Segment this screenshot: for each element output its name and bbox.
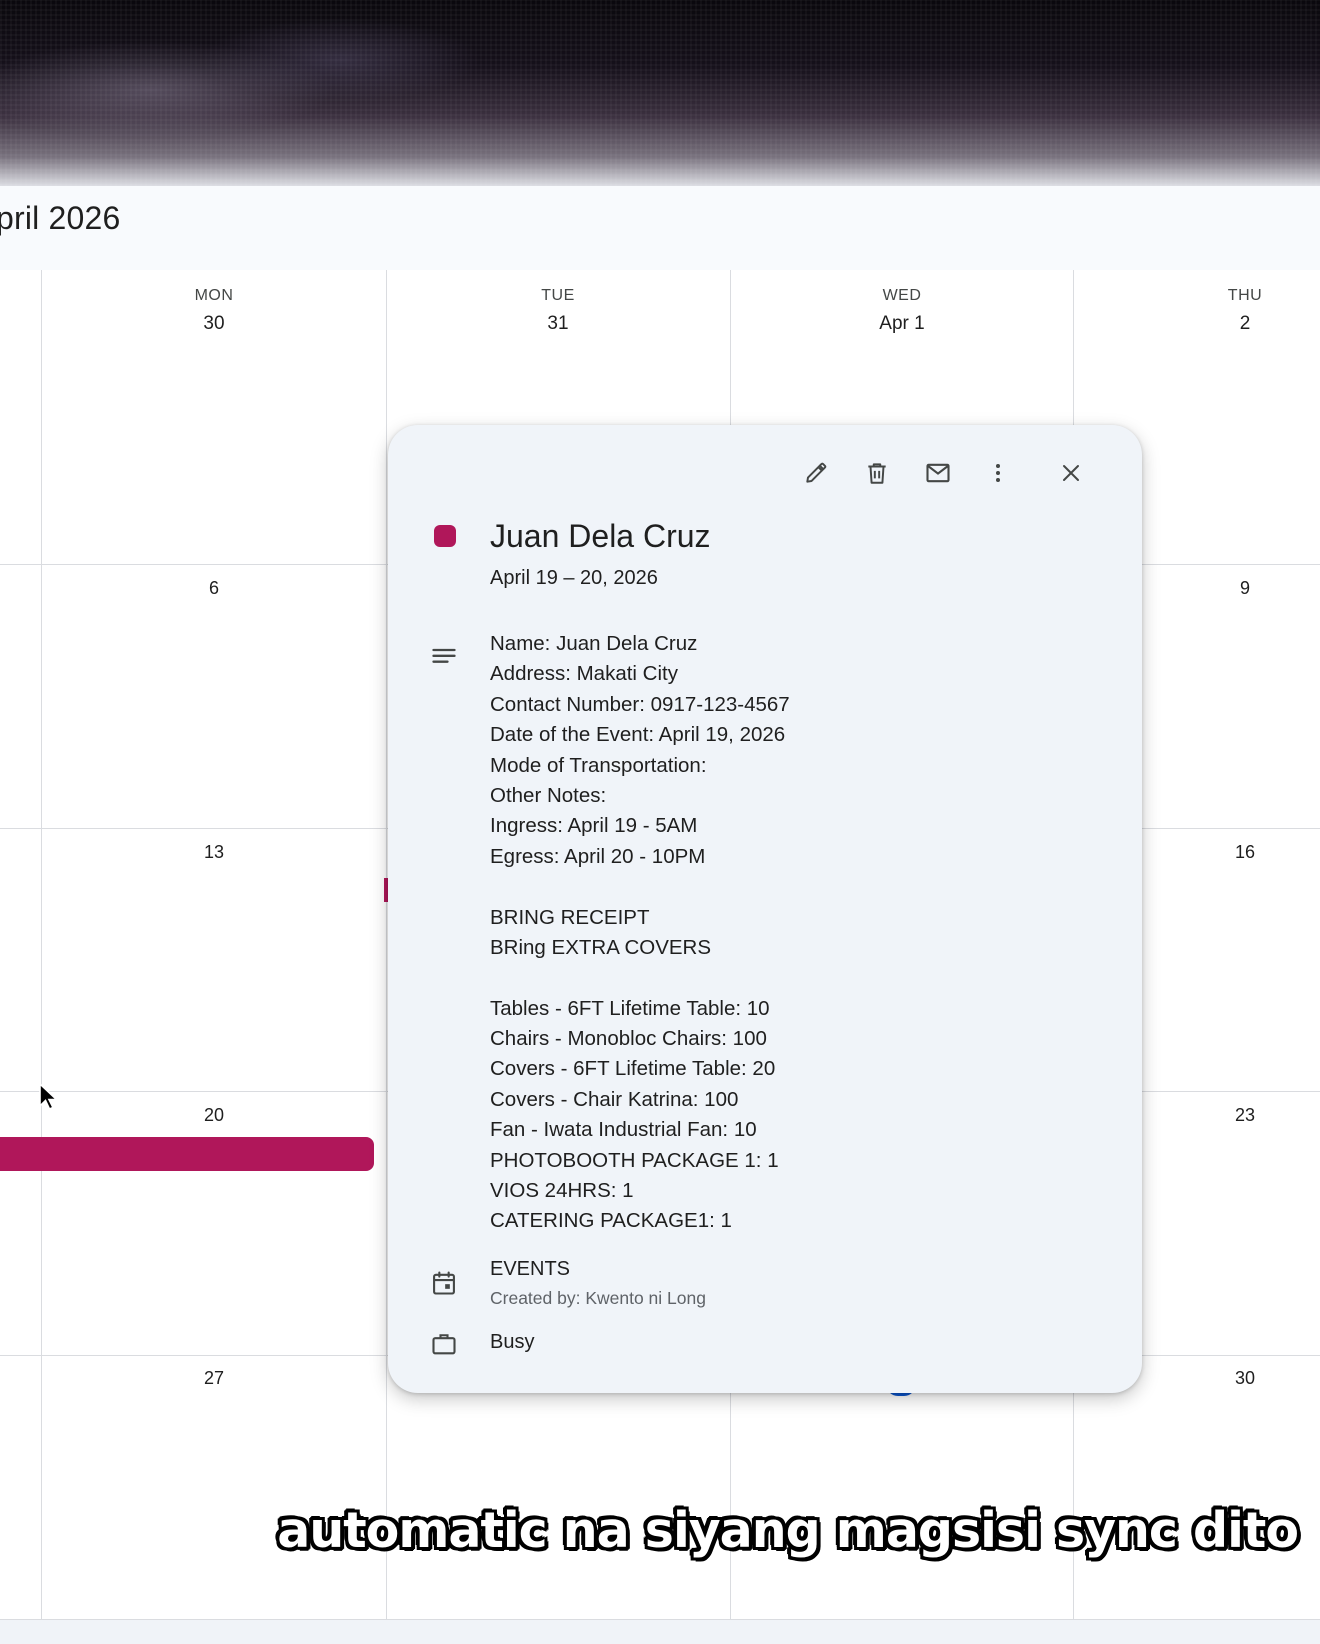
event-chip[interactable] [0,1137,374,1171]
description-line: Contact Number: 0917-123-4567 [490,692,790,716]
event-title: Juan Dela Cruz [490,518,711,554]
mail-icon [926,463,950,483]
day-number[interactable]: 31 [498,313,618,335]
description-line: CATERING PACKAGE1: 1 [490,1209,732,1233]
day-header-wed[interactable]: WED Apr 1 [842,287,962,335]
description-line: Chairs - Monobloc Chairs: 100 [490,1027,767,1051]
mouse-cursor-icon [39,1082,59,1111]
description-line: BRing EXTRA COVERS [490,935,712,959]
month-header [0,186,1320,270]
calendar-name: EVENTS [490,1258,571,1280]
day-header-tue[interactable]: TUE 31 [498,287,618,335]
close-icon [1063,465,1079,481]
day-number[interactable]: Apr 1 [842,313,962,335]
day-number[interactable]: 2 [1185,313,1305,335]
day-number[interactable]: 9 [1215,578,1275,599]
description-line: Other Notes: [490,783,607,807]
weekday-label: TUE [541,287,575,304]
description-line: VIOS 24HRS: 1 [490,1179,634,1203]
day-number[interactable]: 30 [1215,1368,1275,1389]
description-line [490,872,1090,902]
description-line: Address: Makati City [490,662,678,686]
edit-event-button[interactable] [796,453,836,493]
availability-status: Busy [490,1331,535,1353]
description-line: Ingress: April 19 - 5AM [490,814,698,838]
day-number[interactable]: 6 [184,578,244,599]
description-line: Date of the Event: April 19, 2026 [490,723,786,747]
day-header-mon[interactable]: MON 30 [154,287,274,335]
more-options-button[interactable] [978,453,1018,493]
description-line: Covers - Chair Katrina: 100 [490,1087,739,1111]
day-number[interactable]: 16 [1215,842,1275,863]
video-banner [0,0,1320,186]
description-line: PHOTOBOOTH PACKAGE 1: 1 [490,1148,779,1172]
event-details-popup: Juan Dela Cruz April 19 – 20, 2026 Name:… [388,425,1142,1393]
email-guests-button[interactable] [918,453,958,493]
briefcase-icon [432,1334,456,1355]
description-line: Tables - 6FT Lifetime Table: 10 [490,996,770,1020]
grid-line [386,270,387,1620]
description-line: BRING RECEIPT [490,905,650,929]
day-header-thu[interactable]: THU 2 [1185,287,1305,335]
description-line: Egress: April 20 - 10PM [490,844,706,868]
description-line [490,963,1090,993]
day-number[interactable]: 30 [154,313,274,335]
calendar-icon [433,1271,455,1295]
month-title: pril 2026 [0,200,121,236]
event-description: Name: Juan Dela Cruz Address: Makati Cit… [490,629,1090,1237]
weekday-label: WED [882,287,922,304]
description-line: Name: Juan Dela Cruz [490,632,698,655]
description-line: Fan - Iwata Industrial Fan: 10 [490,1118,757,1142]
video-caption: automatic na siyang magsisi sync dito [277,1502,1299,1559]
weekday-label: THU [1227,287,1263,304]
day-number[interactable]: 13 [184,842,244,863]
description-icon [432,648,456,663]
description-line: Mode of Transportation: [490,753,707,777]
delete-event-button[interactable] [857,453,897,493]
edit-icon [806,462,827,483]
more-vert-icon [996,464,1000,482]
day-number[interactable]: 27 [184,1368,244,1389]
close-popup-button[interactable] [1051,453,1091,493]
weekday-label: MON [194,287,234,304]
created-by-label: Created by: Kwento ni Long [490,1288,706,1308]
grid-line [41,270,42,1620]
day-number[interactable]: 23 [1215,1105,1275,1126]
bottom-strip [0,1620,1320,1644]
day-number[interactable]: 20 [184,1105,244,1126]
event-color-chip [434,525,456,547]
trash-icon [868,463,886,484]
event-date-range: April 19 – 20, 2026 [490,567,658,589]
description-line: Covers - 6FT Lifetime Table: 20 [490,1057,776,1081]
